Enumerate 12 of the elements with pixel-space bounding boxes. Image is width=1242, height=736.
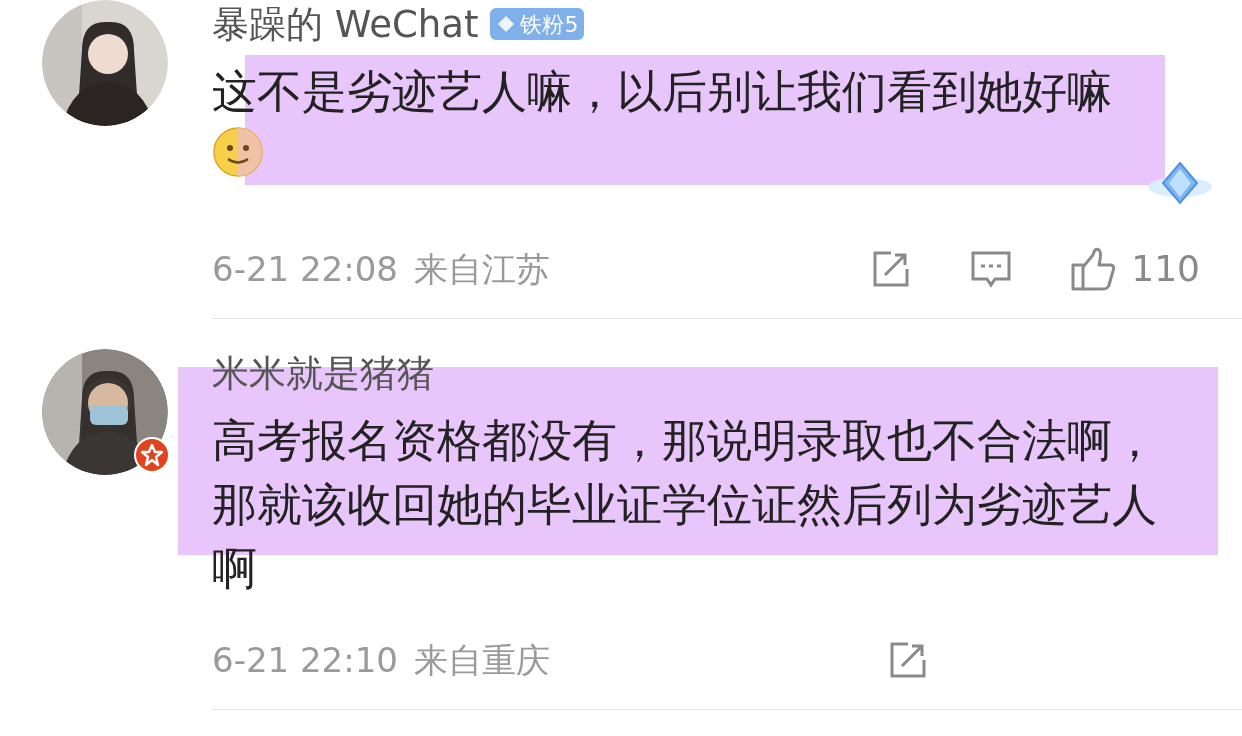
location: 来自江苏 — [413, 247, 550, 291]
comment-text: 这不是劣迹艺人嘛，以后别让我们看到她好嘛 — [212, 64, 1113, 120]
username[interactable]: 暴躁的 WeChat — [212, 5, 479, 43]
timestamp: 6-21 22:08 — [212, 247, 398, 291]
timestamp: 6-21 22:10 — [212, 638, 398, 682]
thumbs-up-icon[interactable] — [1069, 245, 1118, 293]
diamond-icon — [496, 14, 517, 34]
username[interactable]: 米米就是猪猪 — [212, 354, 434, 392]
comment-text: 高考报名资格都没有，那说明录取也不合法啊，那就该收回她的毕业证学位证然后列为劣迹艺人啊 — [212, 413, 1158, 597]
fan-badge: 铁粉5 — [490, 8, 585, 40]
like-count: 110 — [1131, 251, 1200, 287]
location: 来自重庆 — [413, 638, 550, 682]
